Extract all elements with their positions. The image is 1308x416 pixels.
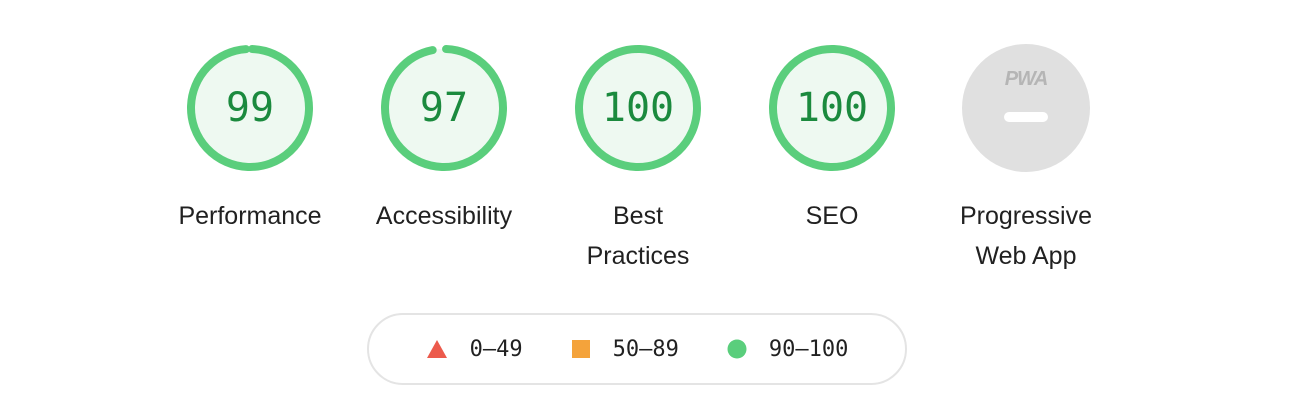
- square-icon: [571, 340, 590, 358]
- pwa-na-dash-icon: [1004, 112, 1048, 122]
- best-practices-label: Best Practices: [586, 202, 690, 270]
- pwa-score-circle: [962, 44, 1090, 172]
- category-scores: 99 Performance 97 Accessibility 100 Best…: [0, 0, 1308, 300]
- accessibility-label: Accessibility: [375, 202, 513, 230]
- legend-triangle: [426, 340, 447, 358]
- performance-score: 99: [225, 85, 275, 131]
- triangle-icon: [426, 340, 447, 358]
- legend-item-pass: 90–100: [727, 337, 848, 362]
- legend-range-average: 50–89: [612, 336, 679, 362]
- legend-range-fail: 0–49: [469, 336, 523, 362]
- score-scale-legend: 0–49 50–89 90–100: [367, 313, 907, 385]
- legend-range-pass: 90–100: [768, 336, 849, 362]
- gauge-seo[interactable]: 100 SEO: [742, 42, 922, 236]
- performance-label: Performance: [178, 202, 322, 230]
- gauge-performance[interactable]: 99 Performance: [160, 42, 340, 236]
- pwa-circle-fill: [962, 44, 1090, 172]
- pwa-label: Progressive Web App: [960, 202, 1092, 270]
- seo-score: 100: [795, 85, 869, 131]
- best-practices-score: 100: [601, 85, 675, 131]
- legend-item-fail: 0–49: [426, 337, 523, 362]
- legend-circle: [727, 339, 747, 359]
- gauge-best-practices[interactable]: 100 Best Practices: [548, 42, 728, 276]
- legend-square: [571, 340, 590, 358]
- gauge-pwa[interactable]: PWA Progressive Web App: [936, 42, 1116, 276]
- circle-icon: [727, 339, 747, 359]
- accessibility-score: 97: [419, 85, 469, 131]
- seo-label: SEO: [805, 202, 859, 230]
- pwa-icon: PWA: [1004, 68, 1049, 90]
- gauge-accessibility[interactable]: 97 Accessibility: [354, 42, 534, 236]
- legend-item-average: 50–89: [571, 337, 679, 362]
